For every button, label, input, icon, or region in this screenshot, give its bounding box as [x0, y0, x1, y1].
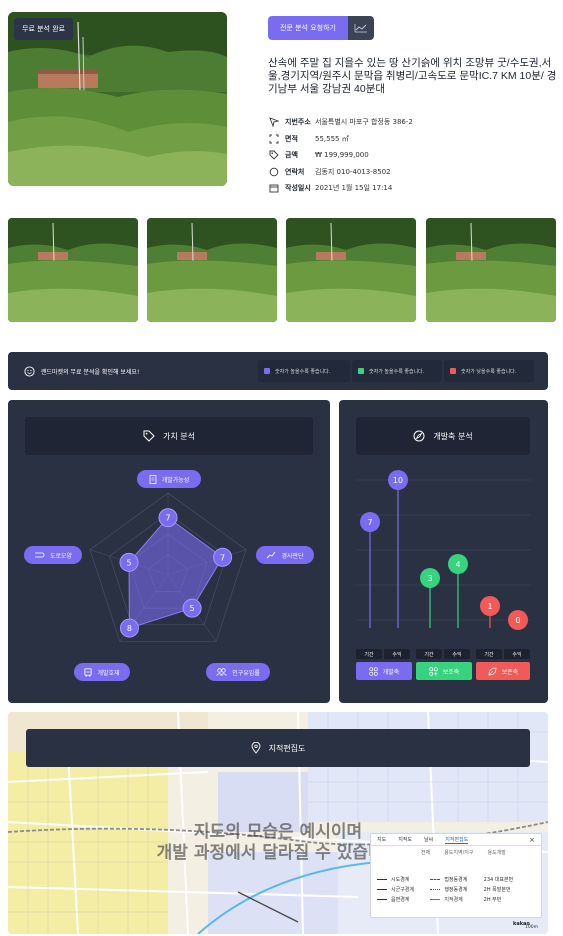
tab-weather[interactable]: 날씨: [424, 836, 433, 843]
category-label: 수익: [444, 649, 470, 659]
thumbnail-photo[interactable]: [147, 218, 277, 322]
map-scale: 100m: [525, 925, 538, 930]
chart-line-icon: [354, 24, 367, 33]
filter-zoning[interactable]: 용도지역/지구: [444, 849, 473, 856]
lollipop-value: 0: [515, 616, 520, 625]
thumbnail-photo[interactable]: [286, 218, 416, 322]
lollipop-value: 4: [455, 560, 460, 569]
category-label: 수익: [384, 649, 410, 659]
preservation-axis-button[interactable]: 보존축: [476, 662, 530, 680]
radar-point-value: 7: [220, 553, 225, 562]
tab-map[interactable]: 지도: [377, 836, 386, 843]
radar-point-value: 8: [127, 624, 132, 633]
document-icon: [149, 474, 157, 484]
analysis-notice-bar: 랜드마켓의 무료 분석을 확인해 보세요! 숫자가 높을수록 좋습니다. 숫자가…: [8, 352, 548, 390]
tab-cadastral[interactable]: 지적도: [398, 836, 412, 843]
value-analysis-panel: 가치 분석 77585 개발가능성 경사판단 인구유입률 개발호재 도로모양: [8, 400, 330, 703]
close-icon[interactable]: ×: [529, 836, 535, 844]
tab-cadastral-edit[interactable]: 지적편집도: [445, 836, 469, 844]
chat-bubble-icon: [268, 166, 280, 178]
category-label: 수익: [504, 649, 530, 659]
users-icon: [216, 668, 227, 676]
smile-icon: [24, 365, 35, 377]
cadastral-map-header: 지적편집도: [26, 729, 530, 767]
hero-photo: 무료 분석 완료: [8, 12, 227, 186]
development-axis-button[interactable]: 개발축: [356, 662, 412, 680]
info-row-price: 금액 ₩ 199,999,000: [268, 147, 558, 163]
grid-icon: [368, 666, 378, 676]
category-label: 기간: [356, 649, 382, 659]
radar-point-value: 5: [126, 558, 131, 567]
legend-development: 숫자가 높을수록 좋습니다.: [258, 360, 350, 382]
auxiliary-axis-button[interactable]: 보조축: [416, 662, 472, 680]
bus-icon: [84, 667, 93, 677]
axis-label-development-news: 개발호재: [74, 663, 130, 681]
area-icon: [268, 133, 280, 145]
photo-thumbnails: [8, 218, 558, 322]
grid-plus-icon: [428, 666, 438, 676]
analysis-complete-badge: 무료 분석 완료: [14, 18, 74, 40]
axis-label-road-shape: 도로모양: [24, 546, 82, 564]
lollipop-value: 3: [427, 574, 432, 583]
axis-label-slope: 경사판단: [256, 546, 314, 564]
chart-button[interactable]: [348, 16, 374, 40]
location-arrow-icon: [268, 116, 280, 128]
map-layer-panel: 지도 지적도 날씨 지적편집도 × 전체 용도지역/지구 용도개발 시도경계 법…: [370, 833, 542, 918]
axis-label-population-inflow: 인구유입률: [206, 663, 270, 681]
tag-icon: [268, 149, 280, 161]
radar-point-value: 7: [165, 514, 170, 523]
listing-info: 지번주소 서울특별시 마포구 합정동 386-2 면적 55,555 ㎡ 금액 …: [268, 114, 558, 197]
map-layer-tabs: 지도 지적도 날씨 지적편집도: [371, 834, 541, 846]
radar-point-value: 5: [190, 604, 195, 613]
axis-label-development-possibility: 개발가능성: [137, 470, 201, 488]
info-row-contact: 연락처 김동지 010-4013-8502: [268, 164, 558, 180]
legend-auxiliary: 숫자가 높을수록 좋습니다.: [352, 360, 442, 382]
legend-preservation: 숫자가 낮을수록 좋습니다.: [444, 360, 534, 382]
filter-development[interactable]: 용도개발: [488, 849, 506, 856]
listing-title: 산속에 주말 집 지을수 있는 땅 산기슭에 위치 조망뷰 굿/수도권,서울,경…: [268, 57, 557, 95]
lollipop-value: 10: [393, 476, 403, 485]
info-row-date: 작성일시 2021년 1월 15일 17:14: [268, 180, 558, 196]
road-icon: [34, 552, 45, 558]
thumbnail-photo[interactable]: [8, 218, 138, 322]
notice-text: 랜드마켓의 무료 분석을 확인해 보세요!: [41, 368, 140, 376]
cadastral-map[interactable]: 지적편집도 지도의 모습은 예시이며 개발 과정에서 달라질 수 있습니다 지도…: [8, 712, 548, 934]
request-expert-analysis-button[interactable]: 전문 분석 요청하기: [268, 16, 348, 40]
info-row-area: 면적 55,555 ㎡: [268, 131, 558, 147]
thumbnail-photo[interactable]: [426, 218, 556, 322]
category-label: 기간: [476, 649, 502, 659]
info-row-address: 지번주소 서울특별시 마포구 합정동 386-2: [268, 114, 558, 130]
trend-up-icon: [267, 551, 276, 559]
map-pin-icon: [251, 742, 261, 754]
category-label: 기간: [416, 649, 442, 659]
calendar-icon: [268, 182, 280, 194]
leaf-icon: [488, 667, 497, 675]
lollipop-value: 7: [367, 518, 372, 527]
lollipop-value: 1: [487, 602, 492, 611]
filter-all[interactable]: 전체: [421, 849, 430, 856]
map-legend: 시도경계 법정동경계 234 대표본번 시군구경계 행정동경계 2H 폭발본번 …: [377, 874, 537, 904]
map-sub-filters: 전체 용도지역/지구 용도개발: [371, 846, 541, 858]
